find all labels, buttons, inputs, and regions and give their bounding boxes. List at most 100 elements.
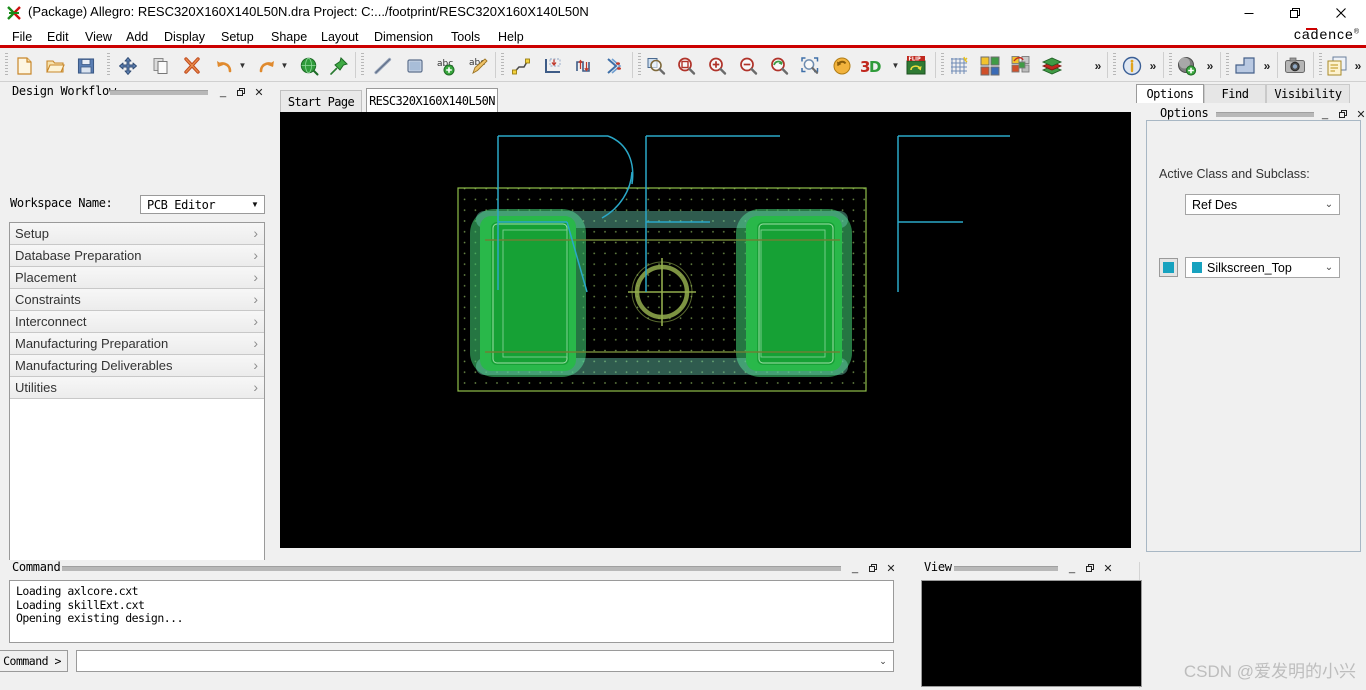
tab-options[interactable]: Options	[1136, 84, 1204, 103]
shape-icon[interactable]	[1232, 53, 1258, 78]
tab-start-page[interactable]: Start Page	[280, 90, 362, 112]
menu-shape[interactable]: Shape	[265, 28, 313, 45]
menu-tools[interactable]: Tools	[445, 28, 486, 45]
workspace-name-select[interactable]: PCB Editor ▼	[140, 195, 265, 214]
design-workflow-restore[interactable]	[234, 84, 248, 100]
workflow-item-setup[interactable]: Setup ›	[10, 223, 264, 245]
command-input[interactable]: ⌄	[76, 650, 894, 672]
info-icon[interactable]	[1119, 53, 1145, 78]
menu-display[interactable]: Display	[158, 28, 211, 45]
move-icon[interactable]	[115, 53, 141, 78]
workflow-item-interconnect[interactable]: Interconnect ›	[10, 311, 264, 333]
command-minimize[interactable]: _	[848, 560, 862, 576]
view-minimize[interactable]: _	[1065, 560, 1079, 576]
workflow-item-manufacturing-deliverables[interactable]: Manufacturing Deliverables ›	[10, 355, 264, 377]
redo-dropdown-arrow[interactable]: ▼	[280, 60, 289, 70]
design-workflow-close[interactable]: ✕	[252, 84, 266, 100]
zoom-selection-icon[interactable]	[797, 53, 823, 78]
toolbar-overflow-reports[interactable]: »	[1351, 57, 1365, 75]
toolbar-grip-route[interactable]	[500, 53, 505, 77]
toolbar-overflow-via[interactable]: »	[1203, 57, 1217, 75]
zoom-previous-icon[interactable]	[766, 53, 792, 78]
tab-visibility[interactable]: Visibility	[1266, 84, 1350, 103]
flip-design-icon[interactable]: FLIP	[903, 53, 929, 78]
toolbar-grip-shape[interactable]	[1225, 53, 1230, 77]
slide-icon[interactable]	[540, 53, 566, 78]
view-drag-rail[interactable]	[954, 566, 1058, 571]
zoom-by-points-icon[interactable]	[643, 53, 669, 78]
zoom-fit-icon[interactable]	[673, 53, 699, 78]
delete-icon[interactable]	[179, 53, 205, 78]
menu-add[interactable]: Add	[120, 28, 154, 45]
window-close-button[interactable]	[1318, 0, 1364, 26]
toolbar-overflow-info[interactable]: »	[1146, 57, 1160, 75]
subclass-color-button[interactable]	[1159, 258, 1178, 277]
add-text-icon[interactable]: abc	[433, 53, 459, 78]
view-close[interactable]: ✕	[1101, 560, 1115, 576]
color-palette-icon[interactable]	[977, 53, 1003, 78]
menu-setup[interactable]: Setup	[215, 28, 260, 45]
command-drag-rail[interactable]	[62, 566, 841, 571]
toolbar-grip-file[interactable]	[4, 53, 9, 77]
add-connect-icon[interactable]	[508, 53, 534, 78]
refresh-icon[interactable]	[829, 53, 855, 78]
camera-icon[interactable]	[1282, 53, 1308, 78]
save-icon[interactable]	[73, 53, 99, 78]
delay-tune-icon[interactable]	[571, 53, 597, 78]
workflow-item-placement[interactable]: Placement ›	[10, 267, 264, 289]
three-d-dropdown-arrow[interactable]: ▼	[891, 60, 900, 70]
menu-layout[interactable]: Layout	[315, 28, 365, 45]
window-minimize-button[interactable]	[1226, 0, 1272, 26]
redo-icon[interactable]	[253, 53, 279, 78]
three-d-view-icon[interactable]: 3 D	[859, 53, 885, 78]
toolbar-grip-zoom[interactable]	[637, 53, 642, 77]
new-icon[interactable]	[11, 53, 37, 78]
menu-dimension[interactable]: Dimension	[368, 28, 439, 45]
tab-resc320x160x140l50n[interactable]: RESC320X160X140L50N	[366, 88, 498, 112]
active-subclass-select[interactable]: Silkscreen_Top ⌄	[1185, 257, 1340, 278]
edit-text-icon[interactable]: abc	[465, 53, 491, 78]
toolbar-grip-reports[interactable]	[1318, 53, 1323, 77]
window-restore-button[interactable]	[1272, 0, 1318, 26]
design-workflow-minimize[interactable]: _	[216, 84, 230, 100]
design-workflow-drag-rail[interactable]	[110, 90, 208, 95]
undo-icon[interactable]	[212, 53, 238, 78]
rectangle-icon[interactable]	[402, 53, 428, 78]
reports-icon[interactable]	[1324, 53, 1350, 78]
options-drag-rail[interactable]	[1216, 112, 1314, 117]
command-restore[interactable]	[866, 560, 880, 576]
contour-icon[interactable]	[602, 53, 628, 78]
menu-edit[interactable]: Edit	[41, 28, 75, 45]
zoom-out-icon[interactable]	[735, 53, 761, 78]
toolbar-grip-draw[interactable]	[360, 53, 365, 77]
toolbar-grip-edit[interactable]	[106, 53, 111, 77]
toolbar-overflow-shape[interactable]: »	[1260, 57, 1274, 75]
menu-help[interactable]: Help	[492, 28, 530, 45]
pin-icon[interactable]	[326, 53, 352, 78]
undo-dropdown-arrow[interactable]: ▼	[238, 60, 247, 70]
workflow-item-constraints[interactable]: Constraints ›	[10, 289, 264, 311]
menu-view[interactable]: View	[79, 28, 118, 45]
toolbar-grip-info[interactable]	[1112, 53, 1117, 77]
toolbar-grip-via[interactable]	[1168, 53, 1173, 77]
globe-icon[interactable]	[296, 53, 322, 78]
chevron-down-icon[interactable]: ⌄	[873, 656, 893, 667]
subclass-stack-icon[interactable]	[1039, 53, 1065, 78]
open-folder-icon[interactable]	[42, 53, 68, 78]
toolbar-grip-display[interactable]	[940, 53, 945, 77]
workflow-item-manufacturing-preparation[interactable]: Manufacturing Preparation ›	[10, 333, 264, 355]
active-class-select[interactable]: Ref Des ⌄	[1185, 194, 1340, 215]
tab-find[interactable]: Find	[1204, 84, 1266, 103]
view-minimap[interactable]	[921, 580, 1142, 687]
menu-file[interactable]: File	[6, 28, 38, 45]
view-restore[interactable]	[1083, 560, 1097, 576]
command-output-log[interactable]: Loading axlcore.cxt Loading skillExt.cxt…	[9, 580, 894, 643]
grid-toggle-icon[interactable]	[946, 53, 972, 78]
line-icon[interactable]	[370, 53, 396, 78]
pcb-canvas[interactable]	[280, 112, 1131, 548]
workflow-item-utilities[interactable]: Utilities ›	[10, 377, 264, 399]
add-via-icon[interactable]	[1174, 53, 1200, 78]
color-assign-icon[interactable]	[1008, 53, 1034, 78]
command-close[interactable]: ✕	[884, 560, 898, 576]
toolbar-overflow-display[interactable]: »	[1091, 57, 1105, 75]
